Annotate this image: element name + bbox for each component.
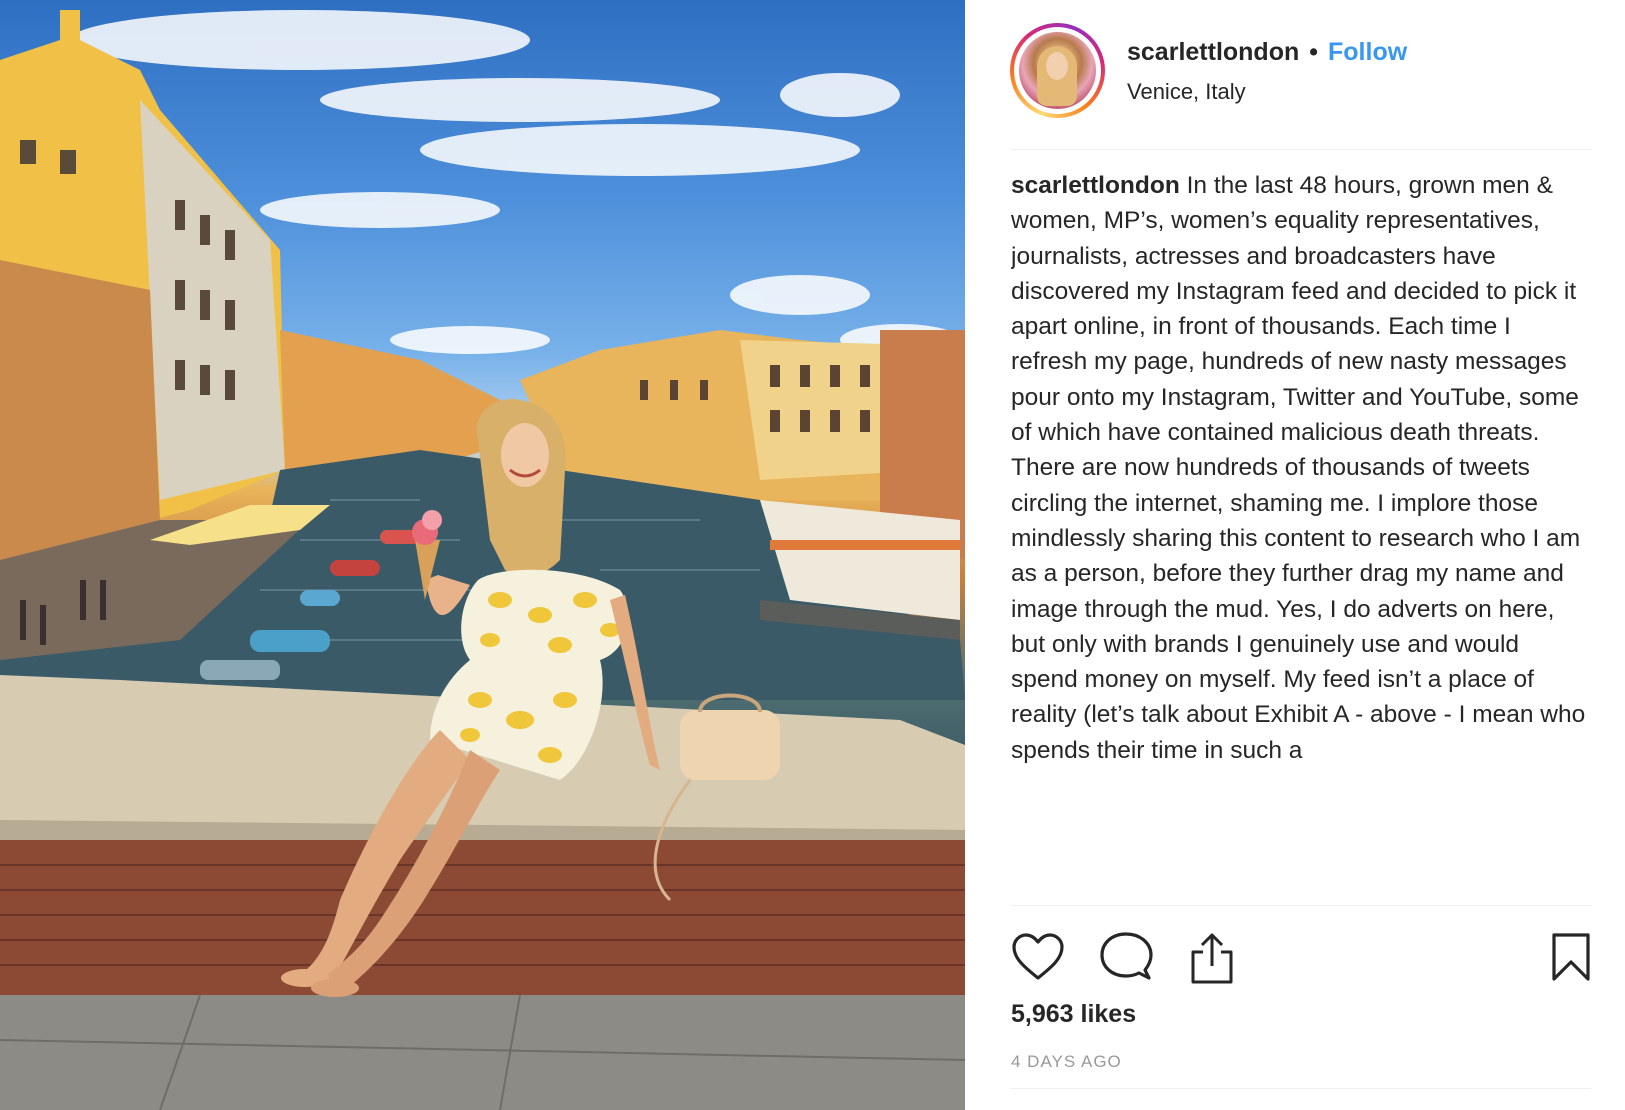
bookmark-icon[interactable]	[1551, 932, 1591, 987]
share-icon[interactable]	[1187, 932, 1237, 989]
username-link[interactable]: scarlettlondon	[1127, 38, 1299, 67]
avatar-border	[1014, 27, 1101, 114]
location-link[interactable]: Venice, Italy	[1127, 79, 1246, 105]
caption-text: In the last 48 hours, grown men & women,…	[1011, 172, 1586, 764]
heart-icon[interactable]	[1011, 932, 1065, 987]
instagram-post: scarlettlondon • Follow Venice, Italy sc…	[0, 0, 1625, 1110]
post-photo[interactable]	[0, 0, 965, 1110]
avatar[interactable]	[1010, 23, 1105, 118]
post-side-panel: scarlettlondon • Follow Venice, Italy sc…	[965, 0, 1625, 1110]
venice-canal-photo	[0, 10, 965, 1110]
post-caption: scarlettlondon In the last 48 hours, gro…	[1011, 168, 1591, 904]
avatar-image	[1019, 32, 1096, 109]
likes-count[interactable]: 5,963 likes	[1011, 1000, 1136, 1029]
bottom-divider	[1011, 1088, 1591, 1089]
follow-button[interactable]: Follow	[1328, 38, 1407, 67]
action-bar	[1011, 905, 1591, 985]
post-timestamp[interactable]: 4 DAYS AGO	[1011, 1052, 1122, 1072]
username-row: scarlettlondon • Follow	[1127, 38, 1407, 67]
avatar-face	[1046, 52, 1068, 80]
separator-dot: •	[1309, 38, 1319, 66]
caption-username[interactable]: scarlettlondon	[1011, 172, 1180, 199]
comment-icon[interactable]	[1099, 932, 1153, 987]
